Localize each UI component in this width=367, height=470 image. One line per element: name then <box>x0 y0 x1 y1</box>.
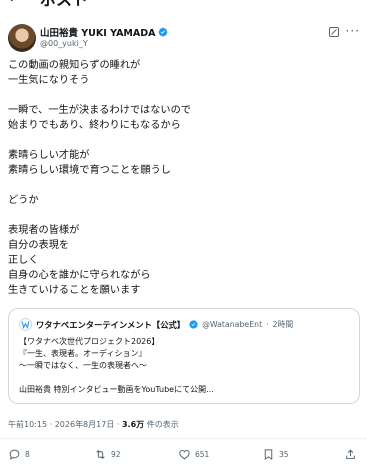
author-name-row: 山田裕貴 YUKI YAMADA <box>40 25 168 39</box>
quoted-line: 〜一瞬ではなく、一生の表現者へ〜 <box>19 361 147 370</box>
tweet-line: 始まりでもあり、終わりにもなるから <box>8 120 181 131</box>
tweet-line: 素晴らしい才能が <box>8 150 90 161</box>
verified-badge-icon <box>189 320 198 329</box>
tweet-line: 自身の心を誰かに守られながら <box>8 270 151 281</box>
quoted-display-name: ワタナベエンターテインメント【公式】 <box>36 319 186 330</box>
reply-icon <box>9 449 20 460</box>
grok-icon[interactable] <box>328 26 340 38</box>
verified-badge-icon <box>159 27 168 37</box>
quoted-avatar <box>19 318 32 331</box>
tweet-line: 一瞬で、一生が決まるわけではないので <box>8 105 191 116</box>
tweet-text: この動画の親知らずの睡れが 一生気になりそう 一瞬で、一生が決まるわけではないの… <box>8 58 358 298</box>
quoted-post-header: ワタナベエンターテインメント【公式】 @WatanabeEnt · 2時間 <box>19 318 293 331</box>
post-time[interactable]: 午前10:15 <box>8 420 47 429</box>
avatar[interactable] <box>8 24 36 52</box>
views-count: 3.6万 <box>121 420 145 429</box>
back-arrow-icon[interactable]: ← <box>8 0 21 7</box>
bookmark-count: 35 <box>279 450 289 459</box>
like-count: 651 <box>195 450 210 459</box>
top-bar: ← ポスト <box>0 0 367 10</box>
reply-button[interactable]: 8 <box>8 448 30 461</box>
quoted-line <box>19 372 214 384</box>
tweet-line <box>8 178 358 193</box>
share-icon <box>346 449 355 460</box>
like-button[interactable]: 651 <box>178 448 209 461</box>
quoted-separator: · <box>266 320 269 329</box>
tweet-line <box>8 88 358 103</box>
tweet-line: この動画の親知らずの睡れが <box>8 60 141 71</box>
action-bar: 8 92 651 35 <box>0 448 367 466</box>
heart-icon <box>179 449 190 460</box>
display-name[interactable]: 山田裕貴 YUKI YAMADA <box>40 25 155 39</box>
tweet-line: どうか <box>8 195 39 206</box>
tweet-line <box>8 133 358 148</box>
tweet-line: 生きていけることを願います <box>8 285 141 296</box>
repost-icon <box>96 450 105 459</box>
more-options-icon[interactable]: ··· <box>346 24 360 38</box>
tweet-line: 表現者の皆様が <box>8 225 80 236</box>
tweet-line: 自分の表現を <box>8 240 70 251</box>
watanabe-logo-icon <box>21 321 30 329</box>
quoted-handle: @WatanabeEnt <box>202 320 263 329</box>
divider <box>0 438 367 439</box>
quoted-line: 『一生、表現者。オーディション』 <box>19 349 147 358</box>
author-handle[interactable]: @00_yuki_Y <box>40 39 88 48</box>
tweet-line: 素晴らしい環境で育つことを願うし <box>8 165 171 176</box>
quoted-line: 【ワタナベ次世代プロジェクト2026】 <box>19 337 160 346</box>
tweet-line: 一生気になりそう <box>8 75 90 86</box>
bookmark-icon <box>264 449 273 461</box>
quoted-time: 2時間 <box>272 320 294 329</box>
post-date[interactable]: 2026年8月17日 <box>55 420 115 429</box>
page-title: ポスト <box>40 0 88 10</box>
quoted-line: 山田裕貴 特別インタビュー動画をYouTubeにて公開... <box>19 385 214 394</box>
post-author: 山田裕貴 YUKI YAMADA @00_yuki_Y ··· <box>8 24 360 54</box>
reply-count: 8 <box>25 450 30 459</box>
quoted-text: 【ワタナベ次世代プロジェクト2026】 『一生、表現者。オーディション』 〜一瞬… <box>19 336 214 396</box>
bookmark-button[interactable]: 35 <box>262 448 289 461</box>
quoted-post[interactable]: ワタナベエンターテインメント【公式】 @WatanabeEnt · 2時間 【ワ… <box>8 308 360 404</box>
tweet-line: 正しく <box>8 255 39 266</box>
share-button[interactable] <box>344 448 357 461</box>
repost-button[interactable]: 92 <box>94 448 121 461</box>
views-label: 件の表示 <box>146 420 179 429</box>
tweet-line <box>8 208 358 223</box>
repost-count: 92 <box>111 450 121 459</box>
post-meta: 午前10:15 · 2026年8月17日 · 3.6万 件の表示 <box>8 419 179 430</box>
